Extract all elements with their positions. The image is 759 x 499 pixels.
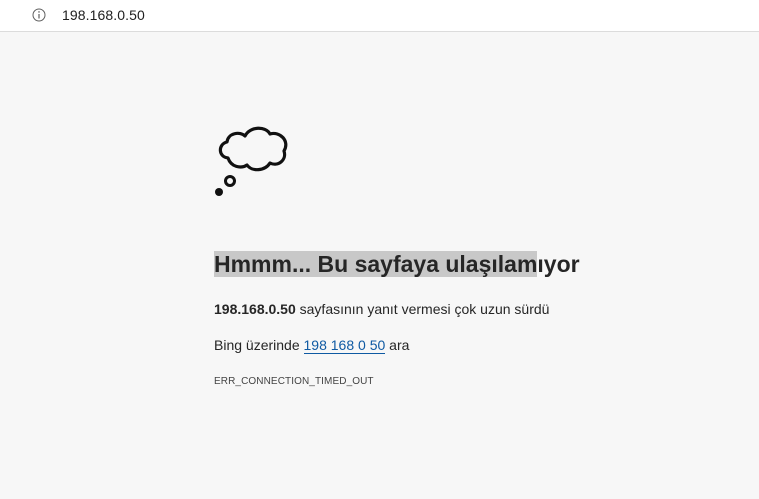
info-icon[interactable]: [32, 8, 46, 22]
search-prefix: Bing üzerinde: [214, 337, 304, 353]
address-bar: 198.168.0.50: [0, 0, 759, 32]
error-message: 198.168.0.50 sayfasının yanıt vermesi ço…: [214, 300, 734, 318]
host-name: 198.168.0.50: [214, 301, 296, 317]
heading-rest-text: ıyor: [537, 251, 580, 277]
bing-search-link[interactable]: 198 168 0 50: [303, 337, 386, 354]
message-suffix: sayfasının yanıt vermesi çok uzun sürdü: [295, 301, 550, 317]
search-suffix: ara: [385, 337, 410, 353]
heading-highlighted-text: Hmmm... Bu sayfaya ulaşılam: [214, 251, 538, 277]
error-content: Hmmm... Bu sayfaya ulaşılamıyor 198.168.…: [214, 124, 734, 387]
error-code: ERR_CONNECTION_TIMED_OUT: [214, 376, 374, 387]
error-heading: Hmmm... Bu sayfaya ulaşılamıyor: [214, 250, 734, 278]
url-text[interactable]: 198.168.0.50: [62, 7, 145, 23]
address-field[interactable]: 198.168.0.50: [18, 0, 759, 30]
search-suggestion: Bing üzerinde 198 168 0 50 ara: [214, 336, 734, 354]
thought-cloud-icon: [215, 126, 288, 196]
